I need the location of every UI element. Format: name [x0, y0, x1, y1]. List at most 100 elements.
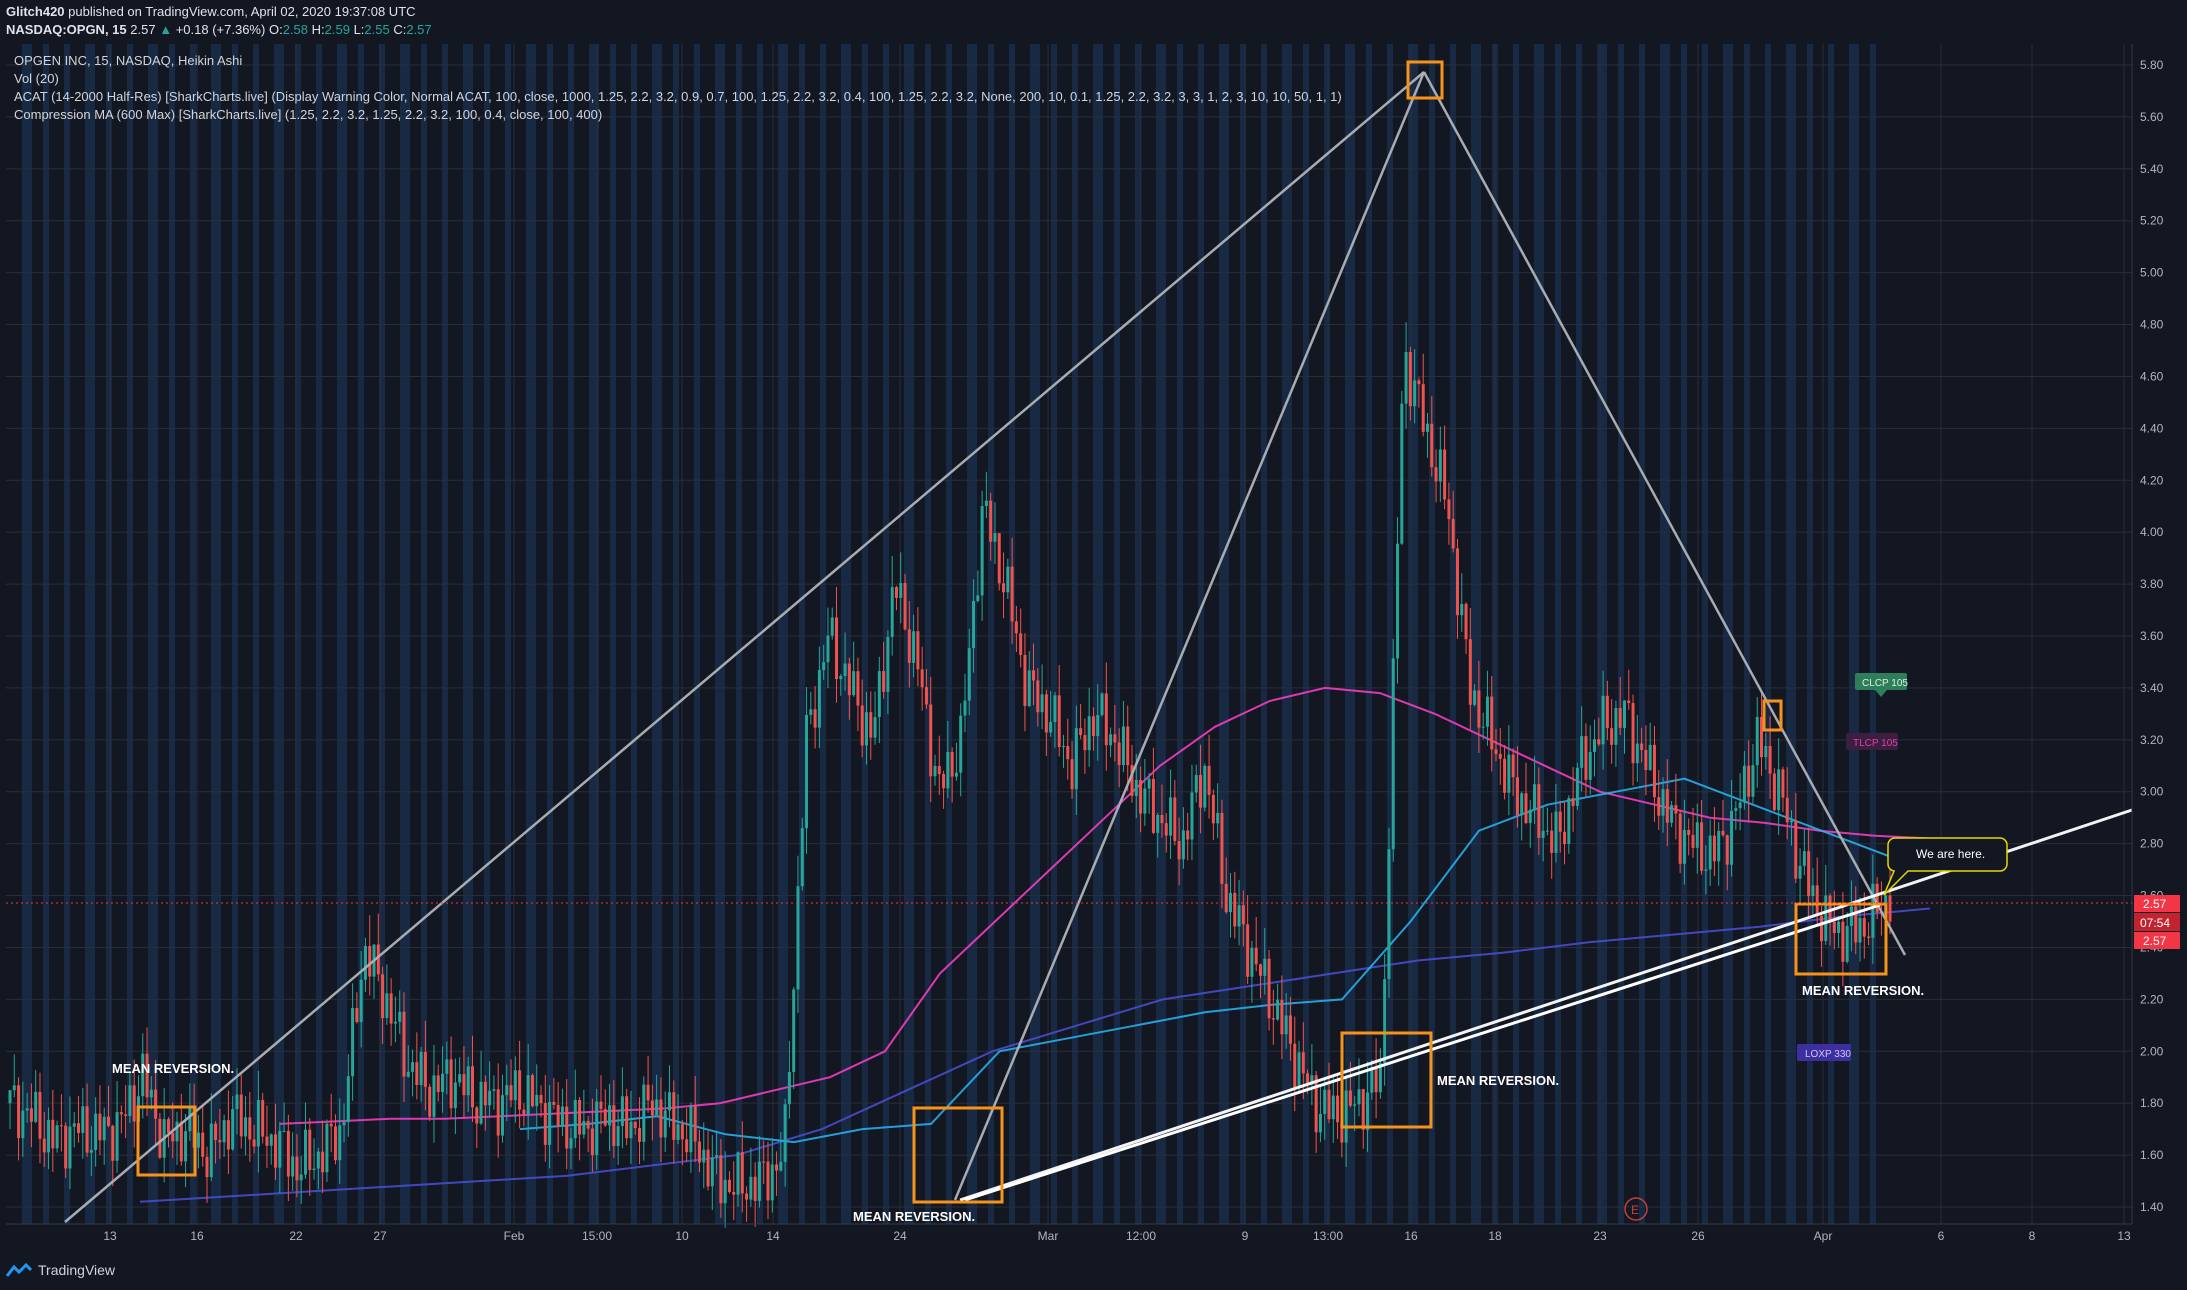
candle-body [1593, 739, 1597, 752]
candle-body [303, 1129, 307, 1175]
candle-body [745, 1193, 749, 1200]
candle-body [398, 1011, 402, 1022]
candle-body [779, 1161, 783, 1171]
candle-body [1563, 831, 1567, 844]
candle-body [946, 752, 950, 789]
y-tick-label: 1.80 [2140, 1096, 2164, 1110]
candle-body [1139, 779, 1143, 814]
price-axis[interactable]: 5.80 5.60 5.40 5.20 5.00 4.80 4.60 4.40 4.20 4.00… [2131, 44, 2187, 1224]
candle-body [1721, 830, 1725, 836]
legend-compression-ma[interactable]: Compression MA (600 Max) [SharkCharts.li… [14, 106, 1342, 124]
candle-body [55, 1125, 59, 1149]
candle-body [1695, 822, 1699, 848]
candle-body [719, 1155, 723, 1204]
candle-body [244, 1117, 248, 1137]
candle-body [325, 1123, 329, 1173]
candle-body [68, 1126, 72, 1169]
candle-body [1434, 467, 1438, 482]
legend-main-series[interactable]: OPGEN INC, 15, NASDAQ, Heikin Ashi [14, 52, 1342, 70]
candle-body [1734, 808, 1738, 811]
candle-body [1717, 830, 1721, 862]
quote-line: NASDAQ:OPGN, 15 2.57 ▲ +0.18 (+7.36%) O:… [6, 22, 432, 37]
candle-body [1772, 773, 1776, 811]
candle-body [471, 1066, 475, 1108]
candle-body [1785, 797, 1789, 823]
candle-body [1207, 765, 1211, 795]
candle-body [1837, 921, 1841, 933]
candle-body [573, 1099, 577, 1139]
candle-body [1109, 734, 1113, 746]
price-change: +0.18 (+7.36%) [175, 22, 266, 37]
candle-body [1408, 351, 1412, 407]
candle-body [1794, 820, 1798, 879]
candle-body [119, 1112, 123, 1115]
candle-body [997, 533, 1001, 584]
y-tick-label: 2.80 [2140, 837, 2164, 851]
close-value: 2.57 [406, 22, 432, 37]
candle-body [1691, 834, 1695, 848]
candle-body [1164, 823, 1168, 836]
candle-body [933, 765, 937, 777]
candle-body [1511, 754, 1515, 778]
y-tick-label: 4.80 [2140, 318, 2164, 332]
candle-body [1849, 906, 1853, 926]
candle-body [1867, 936, 1871, 938]
candle-body [1807, 851, 1811, 897]
candle-body [1190, 792, 1194, 840]
candle-body [222, 1120, 226, 1143]
candle-body [543, 1103, 547, 1145]
price-chart[interactable]: MEAN REVERSION. MEAN REVERSION. MEAN REV… [0, 0, 2187, 1290]
candle-body [548, 1101, 552, 1145]
candle-body [1790, 820, 1794, 823]
candle-body [1841, 921, 1845, 962]
candle-body [659, 1099, 663, 1138]
candle-body [672, 1092, 676, 1140]
candle-body [1682, 829, 1686, 864]
symbol[interactable]: NASDAQ:OPGN, 15 [6, 22, 127, 37]
publisher-name[interactable]: Glitch420 [6, 4, 65, 19]
candle-body [128, 1085, 132, 1116]
candle-body [642, 1084, 646, 1142]
tlcp-badge: TLCP 105 [1846, 733, 1898, 750]
tradingview-footer[interactable]: TradingView [6, 1262, 115, 1278]
clcp-badge: CLCP 105 [1855, 673, 1908, 697]
candle-body [625, 1096, 629, 1139]
candle-body [111, 1125, 115, 1161]
candle-body [963, 700, 967, 716]
candle-body [102, 1116, 106, 1141]
candle-body [1819, 915, 1823, 942]
candle-body [813, 709, 817, 728]
candle-body [796, 886, 800, 990]
candle-body [94, 1113, 98, 1150]
high-value: 2.59 [324, 22, 350, 37]
candle-body [1344, 1090, 1348, 1143]
candle-body [1888, 895, 1892, 922]
x-tick-label: 15:00 [582, 1229, 612, 1243]
candle-body [1588, 751, 1592, 780]
x-tick-label: Feb [504, 1229, 525, 1243]
candle-body [890, 587, 894, 637]
candle-body [393, 1021, 397, 1024]
candle-body [727, 1179, 731, 1192]
candle-body [937, 765, 941, 775]
candle-body [1618, 708, 1622, 728]
candle-body [954, 772, 958, 777]
candle-body [214, 1123, 218, 1140]
candle-body [1520, 793, 1524, 816]
candle-body [860, 705, 864, 746]
candle-body [757, 1161, 761, 1201]
candle-body [411, 1062, 415, 1072]
candle-body [479, 1081, 483, 1124]
legend-volume[interactable]: Vol (20) [14, 70, 1342, 88]
candle-body [1203, 765, 1207, 808]
candle-body [1443, 449, 1447, 500]
candle-body [274, 1134, 278, 1168]
candle-body [1468, 639, 1472, 705]
low-value: 2.55 [364, 22, 390, 37]
x-tick-label: Mar [1038, 1229, 1059, 1243]
time-axis[interactable]: 13 16 22 27 Feb 15:00 10 14 24 Mar 12:00 9 13:00 16 18… [6, 1223, 2132, 1243]
candle-body [620, 1096, 624, 1126]
y-tick-label: 3.20 [2140, 733, 2164, 747]
legend-acat[interactable]: ACAT (14-2000 Half-Res) [SharkCharts.liv… [14, 88, 1342, 106]
candle-body [835, 617, 839, 680]
